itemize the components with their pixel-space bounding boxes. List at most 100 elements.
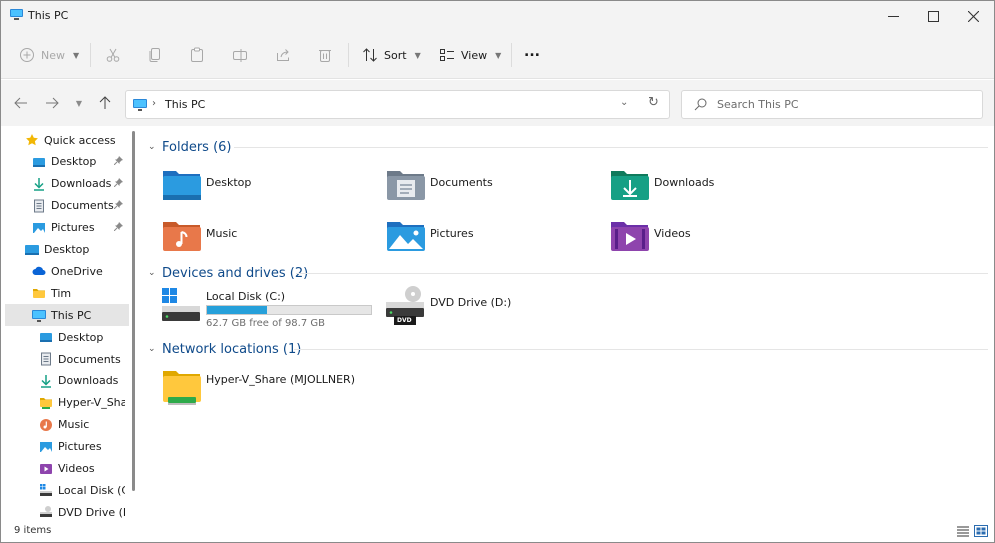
folders-group-label: Folders (6) bbox=[162, 139, 232, 155]
sidebar-item-desktop[interactable]: Desktop bbox=[1, 151, 125, 173]
group-divider bbox=[294, 349, 988, 350]
toolbar-separator bbox=[511, 43, 512, 67]
disk-icon bbox=[39, 483, 53, 497]
window-title: This PC bbox=[28, 9, 69, 22]
sort-label: Sort bbox=[384, 48, 407, 62]
sidebar-item-desktop[interactable]: Desktop bbox=[1, 239, 125, 261]
sidebar-item-documents[interactable]: Documents bbox=[1, 348, 125, 370]
network-group-header[interactable]: ⌄ Network locations (1) bbox=[148, 340, 301, 358]
sidebar-scrollbar[interactable] bbox=[132, 131, 135, 491]
status-bar: 9 items bbox=[1, 521, 994, 542]
rename-button[interactable] bbox=[232, 43, 248, 67]
search-input[interactable]: Search This PC bbox=[717, 98, 799, 111]
cloud-icon bbox=[32, 264, 46, 278]
sidebar-item-onedrive[interactable]: OneDrive bbox=[1, 260, 125, 282]
sidebar-item-label: Downloads bbox=[51, 177, 112, 191]
sidebar-item-hyper-v-share[interactable]: Hyper-V_Share bbox=[1, 392, 125, 414]
chevron-down-icon: ⌄ bbox=[148, 344, 156, 354]
tiles-view-icon[interactable] bbox=[974, 525, 988, 537]
devices-group-header[interactable]: ⌄ Devices and drives (2) bbox=[148, 264, 308, 282]
drive-name: DVD Drive (D:) bbox=[430, 296, 512, 309]
sidebar-item-downloads[interactable]: Downloads bbox=[1, 173, 125, 195]
desktop-icon bbox=[25, 243, 39, 257]
dvd-icon bbox=[39, 505, 53, 519]
chevron-down-icon: ⌄ bbox=[148, 142, 156, 152]
folder-tile-videos[interactable]: Videos bbox=[610, 216, 830, 260]
sort-button[interactable]: Sort ▼ bbox=[362, 43, 421, 67]
cut-button[interactable] bbox=[105, 43, 121, 67]
close-button[interactable] bbox=[953, 1, 993, 31]
sidebar-item-pictures[interactable]: Pictures bbox=[1, 436, 125, 458]
maximize-icon bbox=[927, 10, 939, 22]
more-options-button[interactable]: ... bbox=[524, 40, 540, 64]
trash-icon bbox=[319, 50, 331, 62]
folders-group-header[interactable]: ⌄ Folders (6) bbox=[148, 138, 232, 156]
back-button[interactable] bbox=[11, 94, 31, 112]
new-button[interactable]: New ▼ bbox=[19, 43, 79, 67]
maximize-button[interactable] bbox=[913, 1, 953, 31]
sidebar-item-local-disk-c[interactable]: Local Disk (C:) bbox=[1, 479, 125, 501]
chevron-down-icon: ▼ bbox=[414, 50, 421, 60]
network-location-name: Hyper-V_Share (MJOLLNER) bbox=[206, 373, 355, 386]
sidebar-item-documents[interactable]: Documents bbox=[1, 195, 125, 217]
share-button[interactable] bbox=[275, 43, 291, 67]
toolbar-separator bbox=[90, 43, 91, 67]
folder-tile-music[interactable]: Music bbox=[162, 216, 382, 260]
folder-tile-documents[interactable]: Documents bbox=[386, 165, 606, 209]
sidebar-item-quick-access[interactable]: Quick access bbox=[1, 129, 125, 151]
drive-tile-d[interactable]: DVD Drive (D:) DVD bbox=[386, 285, 606, 335]
sidebar-item-videos[interactable]: Videos bbox=[1, 458, 125, 480]
music-folder-icon bbox=[163, 222, 201, 251]
sidebar-item-label: Downloads bbox=[58, 374, 119, 388]
forward-button[interactable] bbox=[42, 94, 62, 112]
sidebar-item-music[interactable]: Music bbox=[1, 414, 125, 436]
computer-icon bbox=[32, 308, 46, 323]
pin-icon bbox=[113, 199, 123, 212]
up-button[interactable] bbox=[95, 94, 115, 112]
recent-locations-button[interactable]: ▼ bbox=[69, 94, 89, 112]
devices-group-label: Devices and drives (2) bbox=[162, 265, 309, 281]
music-icon bbox=[39, 418, 53, 432]
drive-name: Local Disk (C:) bbox=[206, 290, 286, 303]
minimize-button[interactable] bbox=[873, 1, 913, 31]
sidebar-item-label: This PC bbox=[51, 308, 92, 322]
chevron-right-icon: › bbox=[152, 98, 156, 109]
copy-icon bbox=[149, 48, 160, 62]
chevron-down-icon: ▼ bbox=[75, 98, 83, 108]
close-icon bbox=[967, 10, 979, 22]
sidebar-item-downloads[interactable]: Downloads bbox=[1, 370, 125, 392]
drive-tile-c[interactable]: Local Disk (C:) 62.7 GB free of 98.7 GB bbox=[162, 285, 382, 335]
delete-button[interactable] bbox=[317, 43, 333, 67]
folder-icon bbox=[32, 286, 46, 300]
pin-icon bbox=[113, 221, 123, 234]
sidebar-item-tim[interactable]: Tim bbox=[1, 282, 125, 304]
share-icon bbox=[277, 49, 289, 61]
address-bar[interactable]: › This PC ⌄ ↻ bbox=[125, 90, 670, 119]
chevron-down-icon[interactable]: ⌄ bbox=[620, 97, 628, 108]
sidebar-item-pictures[interactable]: Pictures bbox=[1, 217, 125, 239]
copy-button[interactable] bbox=[147, 43, 163, 67]
sidebar-item-label: Music bbox=[58, 418, 90, 432]
sidebar-item-dvd-drive-d[interactable]: DVD Drive (D:) bbox=[1, 501, 125, 523]
sidebar-item-label: Documents bbox=[58, 352, 121, 366]
dvd-badge: DVD bbox=[397, 317, 412, 324]
sidebar-item-label: Tim bbox=[51, 286, 72, 300]
folder-tile-pictures[interactable]: Pictures bbox=[386, 216, 606, 260]
sidebar-item-desktop[interactable]: Desktop bbox=[1, 326, 125, 348]
sidebar-item-label: Desktop bbox=[44, 243, 90, 256]
sidebar-item-label: Desktop bbox=[51, 155, 97, 169]
breadcrumb[interactable]: This PC bbox=[165, 98, 205, 111]
folder-tile-downloads[interactable]: Downloads bbox=[610, 165, 830, 209]
folder-tile-desktop[interactable]: Desktop bbox=[162, 165, 382, 209]
refresh-icon[interactable]: ↻ bbox=[648, 95, 659, 110]
network-share-icon bbox=[163, 371, 201, 405]
navigation-pane: Quick access Desktop Downloads Documents Pic… bbox=[1, 127, 138, 521]
view-button[interactable]: View ▼ bbox=[439, 43, 501, 67]
network-tile-hyperv-share[interactable]: Hyper-V_Share (MJOLLNER) bbox=[162, 367, 382, 411]
pin-icon bbox=[113, 177, 123, 190]
sidebar-item-this-pc[interactable]: This PC bbox=[5, 304, 129, 327]
details-view-icon[interactable] bbox=[956, 525, 970, 537]
paste-button[interactable] bbox=[189, 43, 205, 67]
command-bar: New ▼ Sort ▼ View ▼ ... bbox=[1, 31, 994, 79]
search-box[interactable]: Search This PC bbox=[681, 90, 983, 119]
